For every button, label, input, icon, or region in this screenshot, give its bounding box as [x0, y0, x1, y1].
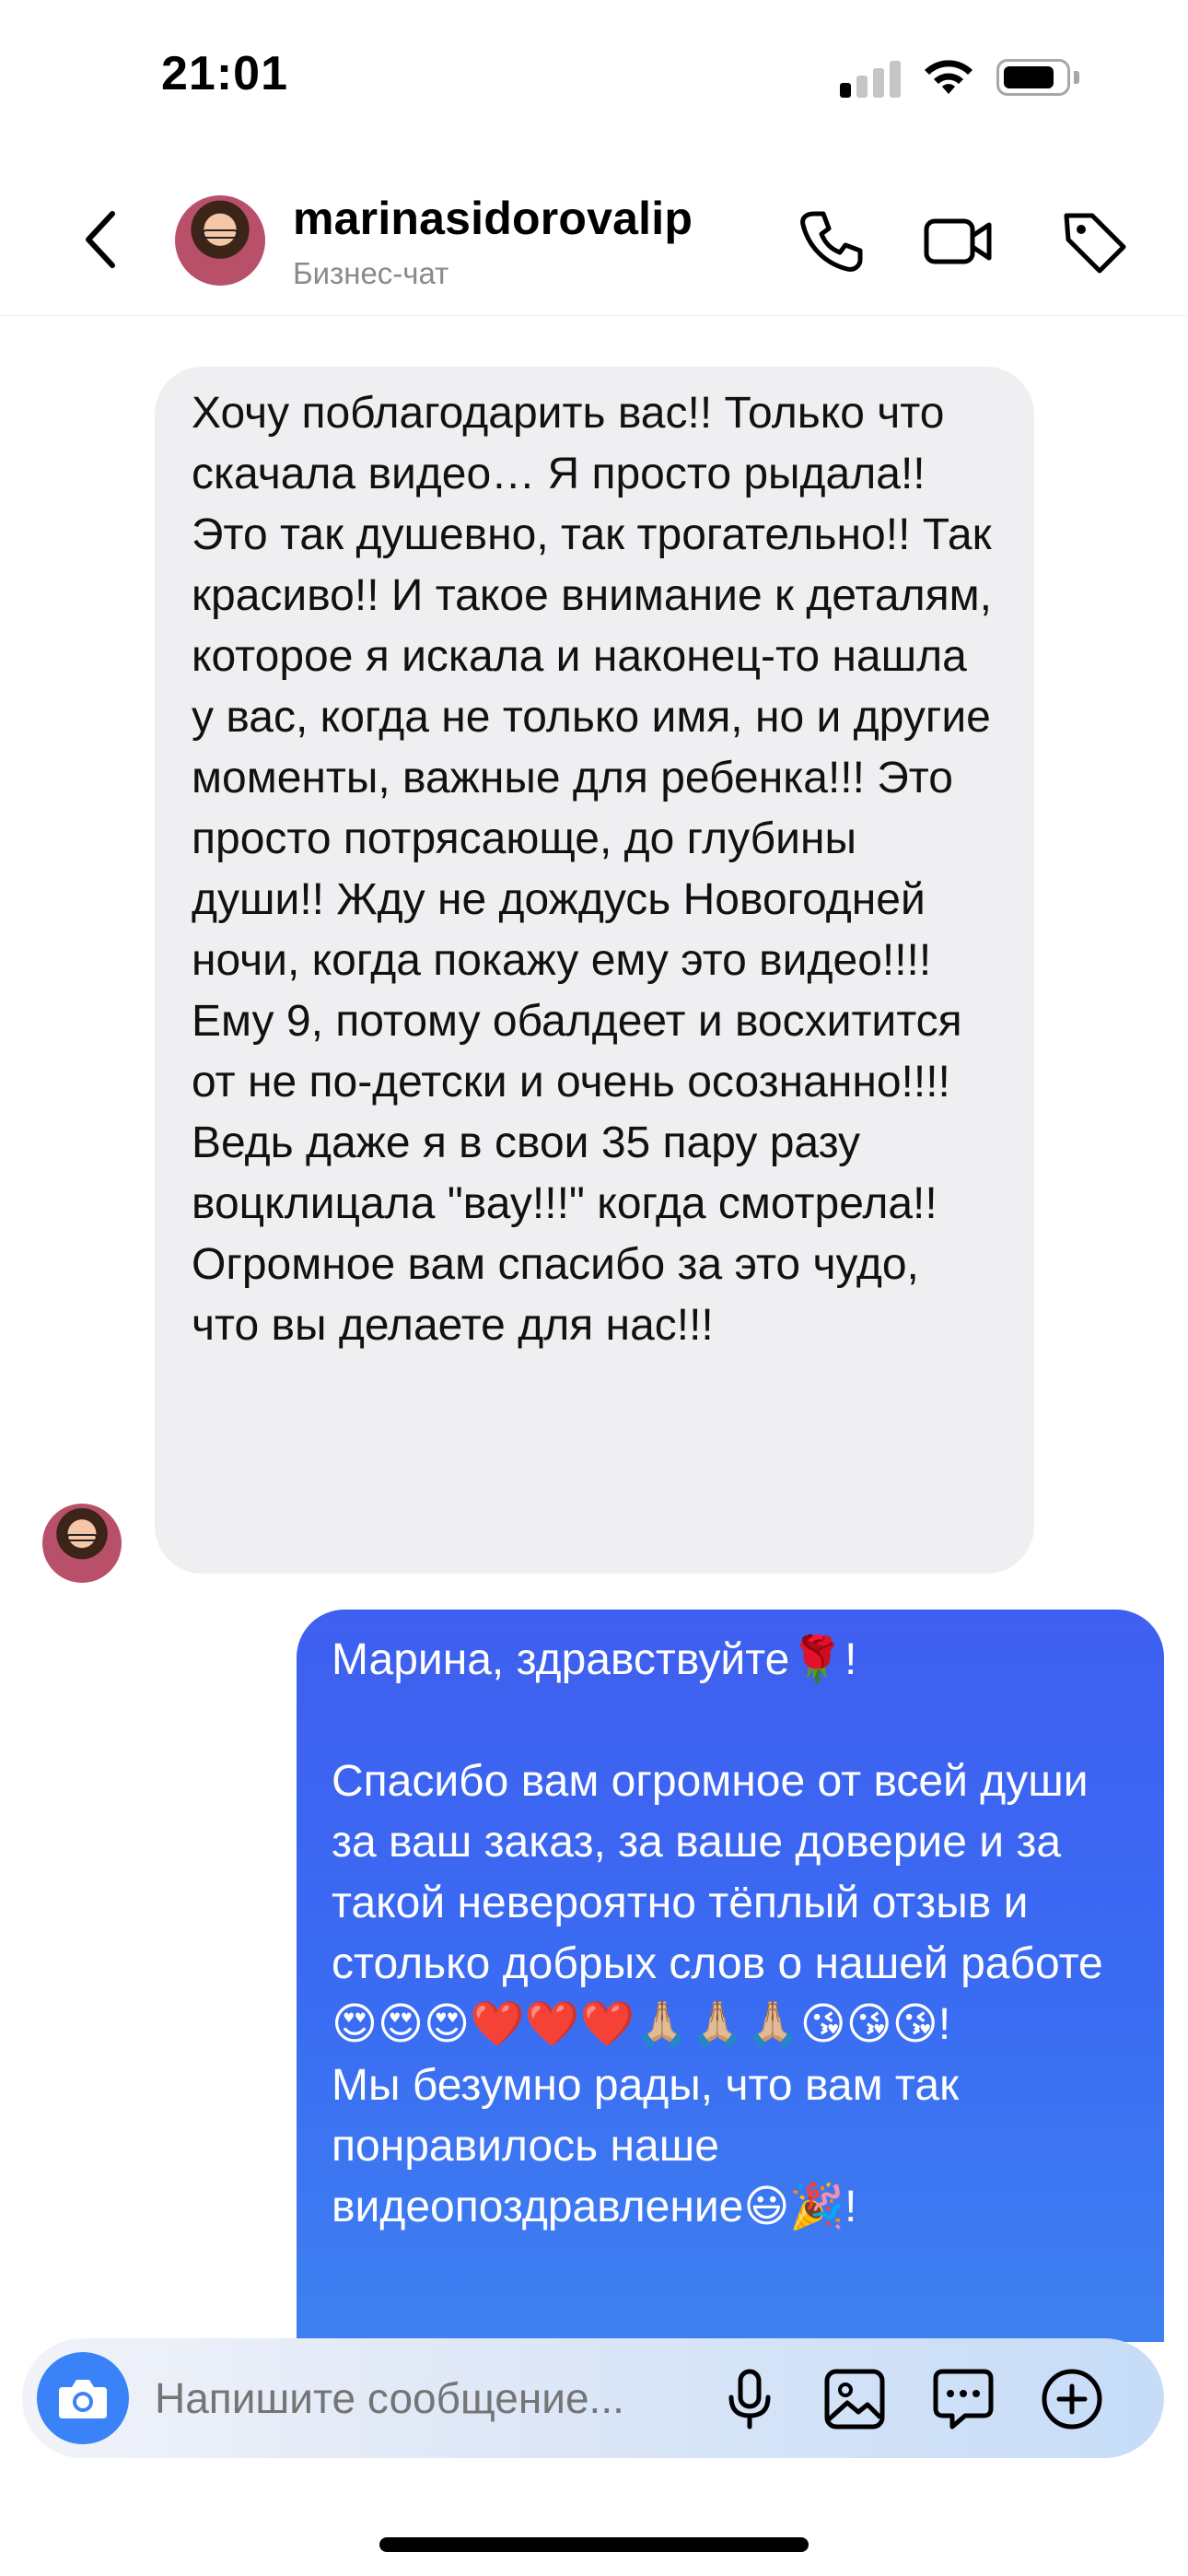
battery-cap: [1074, 71, 1079, 84]
back-chevron-icon: [86, 211, 115, 268]
avatar[interactable]: [175, 195, 265, 286]
tag-icon[interactable]: [1057, 205, 1131, 278]
chat-subtitle: Бизнес-чат: [293, 256, 449, 290]
chat-header: marinasidorovalip Бизнес-чат: [0, 157, 1188, 316]
outgoing-message[interactable]: Марина, здравствуйте🌹! Спасибо вам огром…: [297, 1610, 1164, 2342]
microphone-icon[interactable]: [715, 2364, 785, 2434]
phone-icon[interactable]: [794, 205, 868, 278]
battery-level: [1004, 66, 1054, 88]
message-list[interactable]: Хочу поблагодарить вас!! Только что скач…: [0, 315, 1188, 2342]
home-indicator[interactable]: [379, 2537, 809, 2552]
back-button[interactable]: [74, 203, 129, 276]
status-time: 21:01: [161, 47, 288, 100]
gallery-icon[interactable]: [820, 2364, 890, 2434]
incoming-message[interactable]: Хочу поблагодарить вас!! Только что скач…: [155, 367, 1034, 1574]
sticker-icon[interactable]: [928, 2364, 998, 2434]
cellular-signal-icon: [840, 59, 904, 98]
camera-button[interactable]: [37, 2352, 129, 2444]
chat-username[interactable]: marinasidorovalip: [293, 192, 693, 245]
message-input[interactable]: [155, 2373, 726, 2423]
status-bar: 21:01: [0, 0, 1188, 157]
battery-icon: [996, 59, 1070, 96]
plus-icon[interactable]: [1037, 2364, 1107, 2434]
camera-icon: [59, 2380, 107, 2418]
wifi-icon: [921, 57, 976, 102]
message-composer: [22, 2338, 1164, 2458]
video-camera-icon[interactable]: [921, 205, 995, 278]
sender-avatar[interactable]: [42, 1504, 122, 1583]
